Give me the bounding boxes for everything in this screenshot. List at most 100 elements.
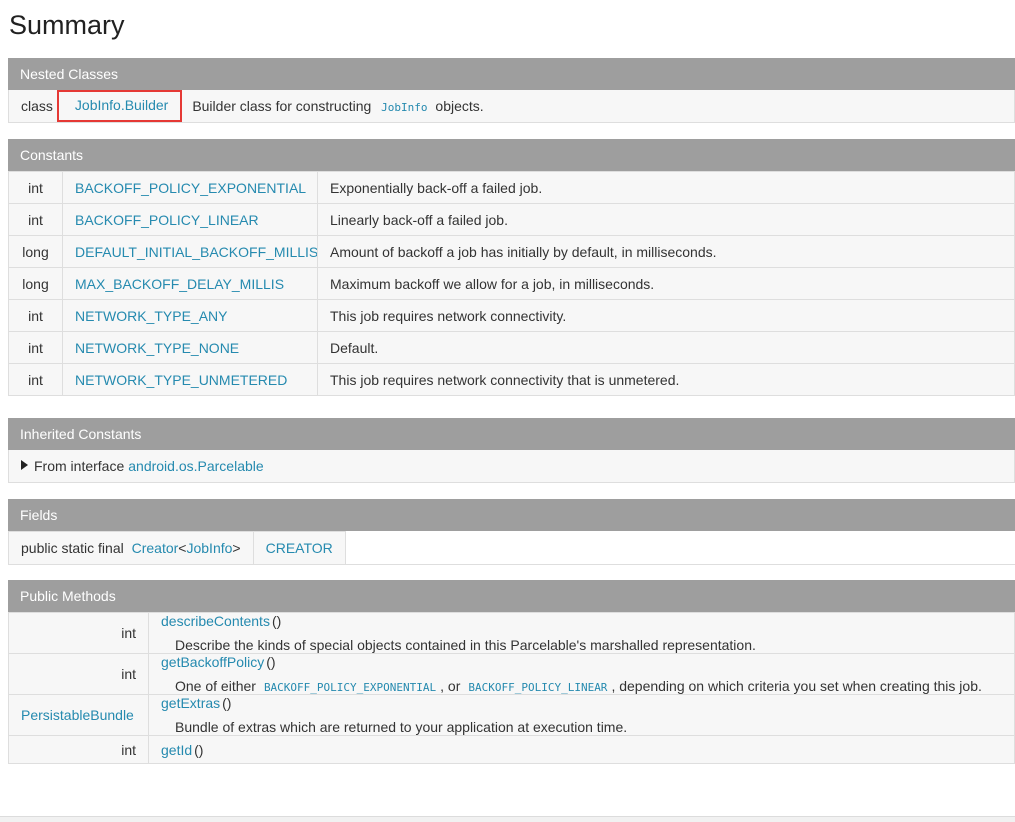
constant-type: int [8,171,63,204]
constant-type: int [8,203,63,236]
horizontal-scrollbar[interactable] [0,816,1015,822]
method-signature-cell: getId() [148,735,1015,764]
constant-row: int BACKOFF_POLICY_EXPONENTIAL Exponential… [8,171,1015,204]
method-desc-text: One of either [175,678,256,694]
return-type: int [121,625,136,641]
method-desc-text: , depending on which criteria you set wh… [611,678,982,694]
backoff-exponential-code-link[interactable]: BACKOFF_POLICY_EXPONENTIAL [264,681,436,694]
constant-desc: Amount of backoff a job has initially by… [317,235,1015,268]
method-parens: () [222,695,232,712]
page-title: Summary [9,10,125,40]
method-desc: Describe the kinds of special objects co… [175,637,756,653]
android-os-parcelable-link[interactable]: android.os.Parcelable [128,458,263,474]
constant-type: long [8,235,63,268]
constant-desc: This job requires network connectivity t… [317,363,1015,396]
constant-name-cell: BACKOFF_POLICY_EXPONENTIAL [62,171,318,204]
method-return-cell: int [8,612,149,654]
method-desc: Bundle of extras which are returned to y… [175,719,628,735]
expand-triangle-icon[interactable] [21,460,28,470]
creator-field-link[interactable]: CREATOR [266,540,333,556]
method-signature-cell: getBackoffPolicy() One of either BACKOFF_P… [148,653,1015,695]
generic-close: > [232,540,241,556]
nested-class-row: class JobInfo.Builder Builder class for … [8,90,1015,123]
constant-desc: Maximum backoff we allow for a job, in m… [317,267,1015,300]
inherited-constants-section: Inherited Constants From interface andro… [8,418,1015,483]
method-signature-cell: describeContents() Describe the kinds of … [148,612,1015,654]
constant-desc: Linearly back-off a failed job. [317,203,1015,236]
methods-table: int describeContents() Describe the kinds … [8,612,1015,764]
constants-header: Constants [8,139,1015,171]
constants-table: int BACKOFF_POLICY_EXPONENTIAL Exponential… [8,171,1015,396]
nested-classes-header: Nested Classes [8,58,1015,90]
jobinfo-generic-link[interactable]: JobInfo [186,540,232,556]
jobinfo-code-link[interactable]: JobInfo [381,101,427,114]
constant-name-cell: NETWORK_TYPE_NONE [62,331,318,364]
fields-table: public static final Creator<JobInfo> CRE… [8,531,346,565]
constant-name-link[interactable]: MAX_BACKOFF_DELAY_MILLIS [75,276,284,292]
public-methods-section: Public Methods int describeContents() Desc… [8,580,1015,764]
method-return-cell: PersistableBundle [8,694,149,736]
constant-type: int [8,363,63,396]
constant-name-cell: BACKOFF_POLICY_LINEAR [62,203,318,236]
constant-type: int [8,331,63,364]
return-type: int [121,666,136,682]
method-row: int getId() [8,735,1015,764]
method-name-link[interactable]: describeContents [161,614,270,630]
method-desc: One of either BACKOFF_POLICY_EXPONENTIAL,… [161,678,1002,694]
constant-name-cell: NETWORK_TYPE_ANY [62,299,318,332]
jobinfo-builder-link[interactable]: JobInfo.Builder [75,97,168,113]
method-parens: () [266,654,276,671]
field-type-cell: public static final Creator<JobInfo> [8,531,254,565]
field-modifier: public static final [21,540,124,556]
inherited-prefix: From interface [34,458,125,474]
return-type: int [121,741,136,758]
constant-type: long [8,267,63,300]
method-name-link[interactable]: getExtras [161,696,220,712]
constant-row: long MAX_BACKOFF_DELAY_MILLIS Maximum back… [8,267,1015,300]
constant-row: int BACKOFF_POLICY_LINEAR Linearly back-of… [8,203,1015,236]
constant-type: int [8,299,63,332]
nested-class-type: class [21,98,53,114]
method-signature-cell: getExtras() Bundle of extras which are re… [148,694,1015,736]
constant-name-link[interactable]: NETWORK_TYPE_NONE [75,340,239,356]
method-return-cell: int [8,653,149,695]
constant-row: int NETWORK_TYPE_NONE Default. [8,331,1015,364]
constant-desc: Exponentially back-off a failed job. [317,171,1015,204]
nested-class-desc: Builder class for constructing JobInfo o… [192,98,483,114]
constant-desc: This job requires network connectivity. [317,299,1015,332]
nested-desc-text: Builder class for constructing [192,98,372,114]
constant-name-link[interactable]: BACKOFF_POLICY_EXPONENTIAL [75,180,306,196]
constants-section: Constants int BACKOFF_POLICY_EXPONENTIAL E… [8,139,1015,396]
method-name-link[interactable]: getId [161,742,192,758]
constant-row: int NETWORK_TYPE_ANY This job requires net… [8,299,1015,332]
inherited-row[interactable]: From interface android.os.Parcelable [8,450,1015,483]
constant-name-link[interactable]: NETWORK_TYPE_ANY [75,308,227,324]
highlight-box: JobInfo.Builder [56,90,183,122]
method-name-link[interactable]: getBackoffPolicy [161,655,264,671]
fields-section: Fields public static final Creator<JobIn… [8,499,1015,565]
method-return-cell: int [8,735,149,764]
return-type-link[interactable]: PersistableBundle [21,707,134,723]
method-desc-text: , or [440,678,461,694]
fields-header: Fields [8,499,1015,531]
nested-desc-tail: objects. [435,98,484,114]
constant-name-link[interactable]: NETWORK_TYPE_UNMETERED [75,372,287,388]
constant-name-link[interactable]: DEFAULT_INITIAL_BACKOFF_MILLIS [75,244,317,260]
nested-classes-section: Nested Classes class JobInfo.Builder Bui… [8,58,1015,123]
constant-name-cell: DEFAULT_INITIAL_BACKOFF_MILLIS [62,235,318,268]
backoff-linear-code-link[interactable]: BACKOFF_POLICY_LINEAR [468,681,607,694]
method-row: int describeContents() Describe the kinds … [8,612,1015,654]
inherited-constants-header: Inherited Constants [8,418,1015,450]
method-parens: () [271,613,282,630]
public-methods-header: Public Methods [8,580,1015,612]
constant-name-cell: MAX_BACKOFF_DELAY_MILLIS [62,267,318,300]
method-parens: () [194,741,204,758]
method-row: PersistableBundle getExtras() Bundle of ex… [8,694,1015,736]
field-name-cell: CREATOR [252,531,346,565]
constant-desc: Default. [317,331,1015,364]
constant-row: long DEFAULT_INITIAL_BACKOFF_MILLIS Amount… [8,235,1015,268]
constant-name-link[interactable]: BACKOFF_POLICY_LINEAR [75,212,259,228]
constant-name-cell: NETWORK_TYPE_UNMETERED [62,363,318,396]
creator-type-link[interactable]: Creator [132,540,179,556]
method-row: int getBackoffPolicy() One of either BACKOF… [8,653,1015,695]
